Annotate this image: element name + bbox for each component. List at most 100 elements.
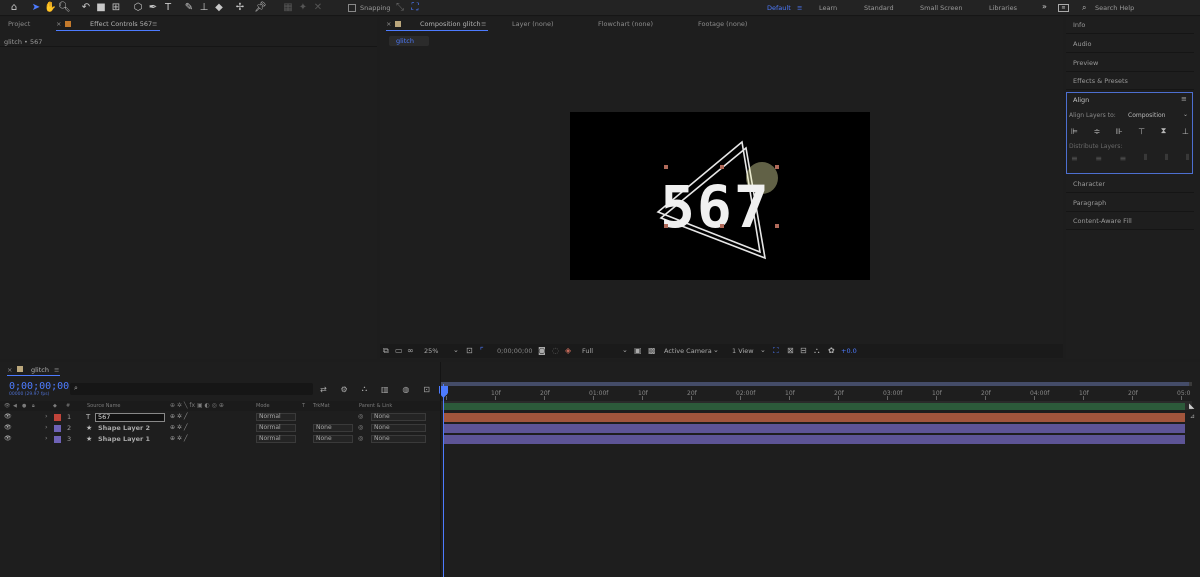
clone-stamp-tool-icon[interactable]: ⊥	[198, 2, 210, 14]
timeline-timecode[interactable]: 0;00;00;00	[9, 381, 69, 392]
layer-row[interactable]: 👁︎ › 3 ★ Shape Layer 1 ⊕ ✲ ╱ Normal None…	[0, 434, 440, 445]
layer-label-color[interactable]	[54, 436, 61, 443]
snap-option-icon[interactable]: ⤡	[394, 2, 406, 14]
parent-link-header[interactable]: Parent & Link	[359, 403, 392, 409]
expand-arrow-icon[interactable]: ›	[45, 434, 48, 442]
align-top-icon[interactable]: ⊤	[1138, 127, 1145, 136]
distribute-bottom-icon[interactable]: ≡	[1120, 154, 1127, 163]
view-layout-dropdown[interactable]: 1 View	[732, 347, 754, 355]
snap-grid-icon[interactable]: ⛶	[409, 2, 421, 14]
end-work-area-handle-icon[interactable]: ◣	[1189, 402, 1194, 410]
align-horizontal-center-icon[interactable]: ≑	[1094, 127, 1101, 136]
workspace-libraries[interactable]: Libraries	[989, 4, 1017, 12]
character-panel-header[interactable]: Character	[1073, 180, 1105, 188]
tab-footage[interactable]: Footage (none)	[698, 20, 747, 28]
comp-mini-flowchart-icon[interactable]: ⇄	[320, 385, 327, 394]
tab-layer[interactable]: Layer (none)	[512, 20, 553, 28]
distribute-right-icon[interactable]: ⫴	[1186, 153, 1189, 163]
distribute-vcenter-icon[interactable]: ≡	[1095, 154, 1102, 163]
layer-bar-shape-layer-1[interactable]	[443, 435, 1185, 444]
parent-dropdown[interactable]: None	[371, 435, 426, 443]
search-icon[interactable]: ⌕	[1082, 3, 1086, 13]
tab-flowchart[interactable]: Flowchart (none)	[598, 20, 653, 28]
safe-margins-icon[interactable]: ⌜	[480, 346, 484, 355]
source-name-header[interactable]: Source Name	[87, 403, 121, 409]
align-layers-to-dropdown[interactable]: Composition	[1128, 112, 1165, 119]
graph-editor-icon[interactable]: ⊡	[423, 385, 430, 394]
fit-icon[interactable]: ⊡	[466, 346, 473, 355]
sync-settings-icon[interactable]: ≡	[1058, 4, 1069, 12]
layer-switches[interactable]: ⊕ ✲ ╱	[170, 435, 187, 442]
reset-exposure-icon[interactable]: ✿	[828, 346, 835, 355]
tab-timeline-glitch[interactable]: glitch	[31, 366, 49, 374]
zoom-dropdown[interactable]: 25%	[424, 347, 438, 355]
monitor-icon[interactable]: ▭	[395, 346, 403, 355]
workspace-learn[interactable]: Learn	[819, 4, 837, 12]
panel-menu-icon[interactable]: ≡	[481, 20, 486, 28]
info-panel-header[interactable]: Info	[1073, 21, 1085, 29]
visibility-eye-icon[interactable]: 👁︎	[4, 435, 12, 442]
layer-bar-567[interactable]	[443, 413, 1185, 422]
rotation-tool-icon[interactable]: ↶	[80, 2, 92, 14]
distribute-hcenter-icon[interactable]: ⫴	[1165, 153, 1168, 163]
paragraph-panel-header[interactable]: Paragraph	[1073, 199, 1106, 207]
composition-canvas[interactable]: 567	[570, 112, 870, 280]
trkmat-header[interactable]: TrkMat	[313, 403, 330, 409]
region-of-interest-icon[interactable]: ▣	[634, 346, 642, 355]
pan-behind-tool-icon[interactable]: ⊞	[110, 2, 122, 14]
blend-mode-dropdown[interactable]: Normal	[256, 424, 296, 432]
layer-name-field[interactable]: 567	[95, 413, 165, 422]
distribute-top-icon[interactable]: ≡	[1071, 154, 1078, 163]
show-snapshot-icon[interactable]: ◌	[552, 346, 559, 355]
pickwhip-icon[interactable]: ◎	[358, 413, 363, 420]
layer-switches[interactable]: ⊕ ✲ ╱	[170, 413, 187, 420]
snapshot-icon[interactable]: ◙	[538, 346, 546, 355]
fast-previews-icon[interactable]: ⊠	[787, 346, 794, 355]
layer-label-color[interactable]	[54, 425, 61, 432]
workspace-small-screen[interactable]: Small Screen	[920, 4, 962, 12]
timeline-search-input[interactable]: ⌕	[70, 383, 313, 395]
eraser-tool-icon[interactable]: ◆	[213, 2, 225, 14]
trkmat-dropdown[interactable]: None	[313, 424, 353, 432]
toggle-pixel-aspect-icon[interactable]: ⛶	[773, 346, 779, 356]
align-right-icon[interactable]: ⊪	[1116, 127, 1123, 136]
blend-mode-dropdown[interactable]: Normal	[256, 413, 296, 421]
panel-menu-icon[interactable]: ≡	[1181, 95, 1187, 103]
layer-row[interactable]: 👁︎ › 2 ★ Shape Layer 2 ⊕ ✲ ╱ Normal None…	[0, 423, 440, 434]
zoom-tool-icon[interactable]: 🔍︎	[58, 2, 71, 14]
vr-icon[interactable]: ∞	[407, 346, 414, 355]
motion-blur-icon[interactable]: ◍	[402, 385, 409, 394]
visibility-eye-icon[interactable]: 👁︎	[4, 413, 12, 420]
resolution-dropdown[interactable]: Full	[582, 347, 593, 355]
tab-composition[interactable]: Composition glitch	[420, 20, 481, 28]
home-icon[interactable]: ⌂	[8, 2, 20, 14]
pickwhip-icon[interactable]: ◎	[358, 424, 363, 431]
snapping-checkbox[interactable]	[348, 4, 356, 12]
tab-effect-controls[interactable]: Effect Controls 567	[90, 20, 152, 28]
t-header[interactable]: T	[302, 403, 305, 409]
layer-name[interactable]: Shape Layer 1	[98, 435, 150, 443]
parent-dropdown[interactable]: None	[371, 424, 426, 432]
layer-name[interactable]: Shape Layer 2	[98, 424, 150, 432]
comp-text-layer[interactable]: 567	[660, 173, 771, 241]
visibility-eye-icon[interactable]: 👁︎	[4, 424, 12, 431]
selection-tool-icon[interactable]: ➤	[30, 2, 42, 14]
panel-menu-icon[interactable]: ≡	[152, 20, 157, 28]
transparency-grid-icon[interactable]: ▩	[648, 346, 656, 355]
close-tab-icon[interactable]: ×	[7, 366, 12, 374]
comp-breadcrumb[interactable]: glitch	[389, 36, 429, 46]
camera-dropdown[interactable]: Active Camera	[664, 347, 712, 355]
parent-dropdown[interactable]: None	[371, 413, 426, 421]
draft-3d-icon[interactable]: ⚙	[341, 385, 348, 394]
workspace-default[interactable]: Default	[767, 4, 791, 12]
align-panel-header[interactable]: Align	[1073, 96, 1089, 104]
flowchart-icon[interactable]: ⛬	[814, 346, 820, 356]
camera-tool-icon[interactable]: ■	[95, 2, 107, 14]
tab-project[interactable]: Project	[8, 20, 30, 28]
preview-panel-header[interactable]: Preview	[1073, 59, 1098, 67]
expand-arrow-icon[interactable]: ›	[45, 412, 48, 420]
hand-tool-icon[interactable]: ✋	[44, 2, 56, 14]
mask-tool-icon[interactable]: ⬡	[132, 2, 144, 14]
color-channel-icon[interactable]: ◈	[565, 346, 571, 355]
pickwhip-icon[interactable]: ◎	[358, 435, 363, 442]
